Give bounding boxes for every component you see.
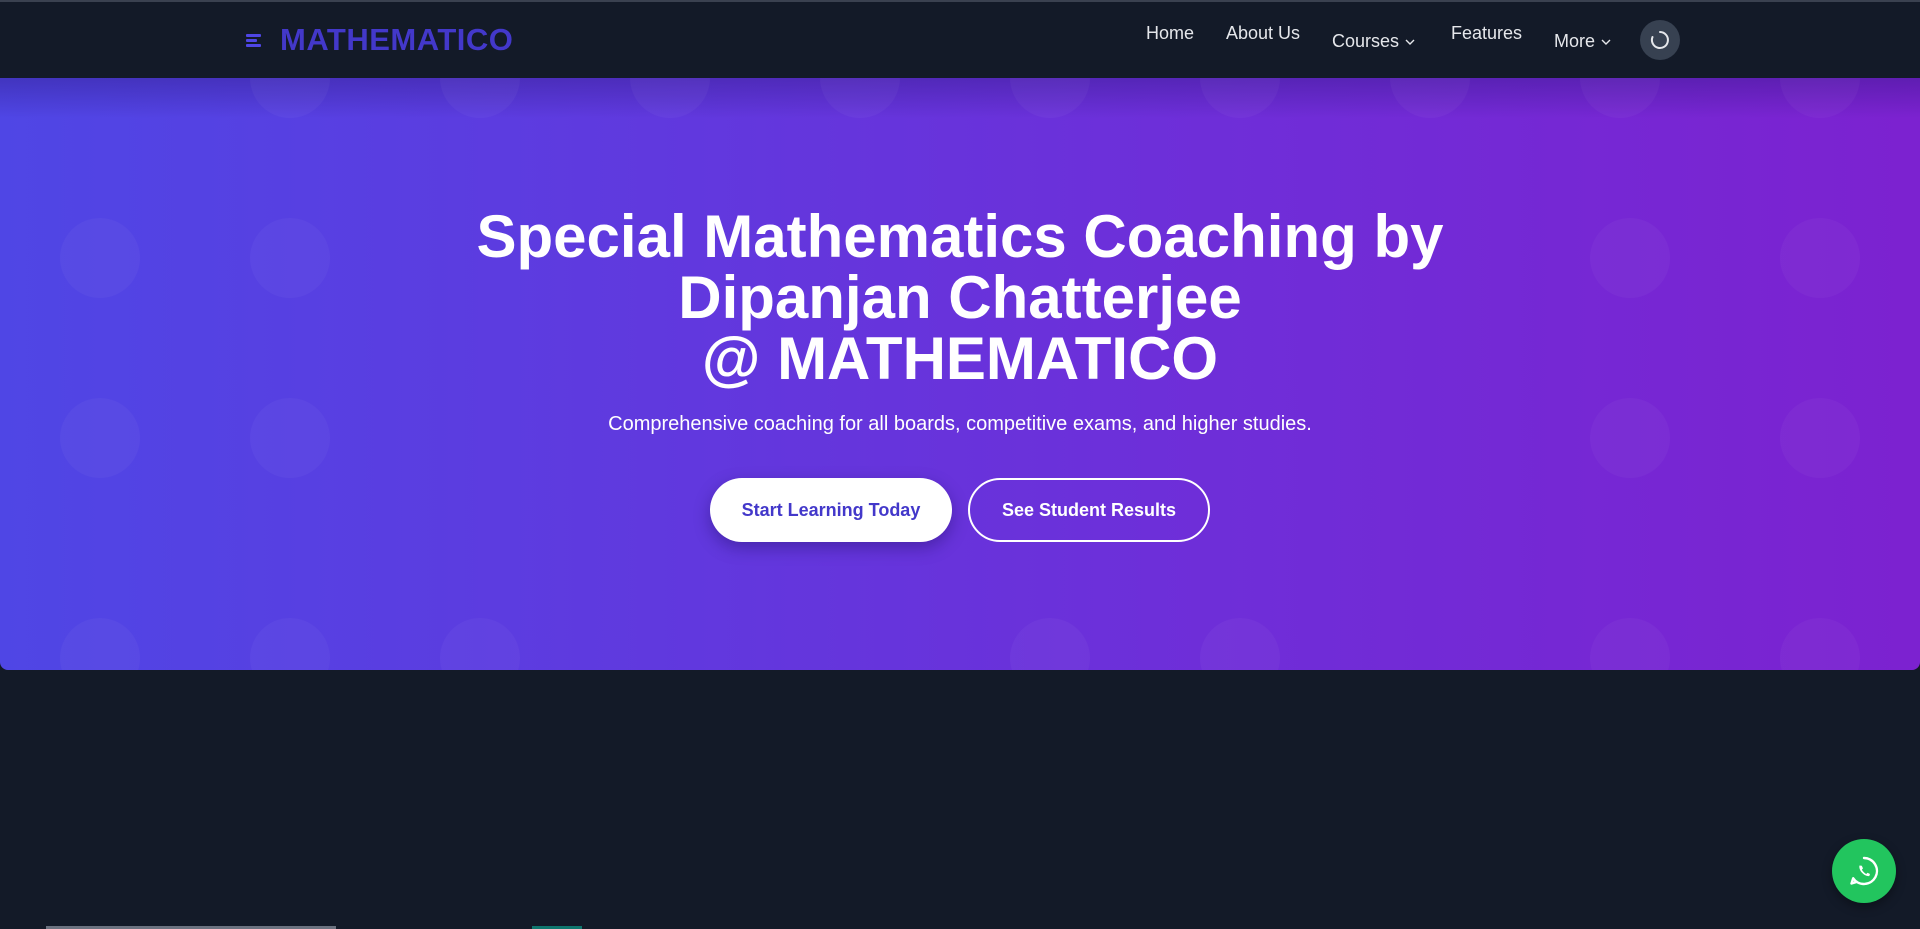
- chevron-down-icon: [1405, 39, 1415, 45]
- nav-about[interactable]: About Us: [1226, 23, 1300, 44]
- hero-title: Special Mathematics Coaching by Dipanjan…: [0, 206, 1920, 389]
- hero-subtitle: Comprehensive coaching for all boards, c…: [608, 413, 1312, 435]
- nav-courses[interactable]: Courses: [1332, 31, 1415, 52]
- nav-features-label: Features: [1451, 23, 1523, 43]
- chevron-down-icon: [1601, 39, 1611, 45]
- hero-title-line: Dipanjan Chatterjee: [678, 264, 1242, 331]
- whatsapp-icon: [1850, 856, 1879, 886]
- see-results-button[interactable]: See Student Results: [968, 478, 1210, 542]
- hero-title-line: @ MATHEMATICO: [701, 325, 1219, 392]
- nav-more-label: More: [1554, 31, 1596, 51]
- nav-courses-label: Courses: [1332, 31, 1400, 51]
- spinner-icon: [1650, 31, 1669, 49]
- hero-section: Special Mathematics Coaching by Dipanjan…: [0, 78, 1920, 670]
- nav-features[interactable]: Features: [1451, 23, 1522, 44]
- hero-title-line: Special Mathematics Coaching by: [476, 203, 1444, 270]
- start-learning-button[interactable]: Start Learning Today: [710, 478, 952, 542]
- nav-more[interactable]: More: [1554, 31, 1611, 52]
- nav-home[interactable]: Home: [1146, 23, 1194, 44]
- nav-links: Home About Us Courses Features More: [0, 2, 1920, 78]
- theme-toggle-button[interactable]: [1640, 20, 1680, 60]
- nav-home-label: Home: [1146, 23, 1195, 43]
- nav-about-label: About Us: [1226, 23, 1301, 43]
- navbar: MATHEMATICO Home About Us Courses Featur…: [0, 2, 1920, 78]
- whatsapp-button[interactable]: [1832, 839, 1896, 903]
